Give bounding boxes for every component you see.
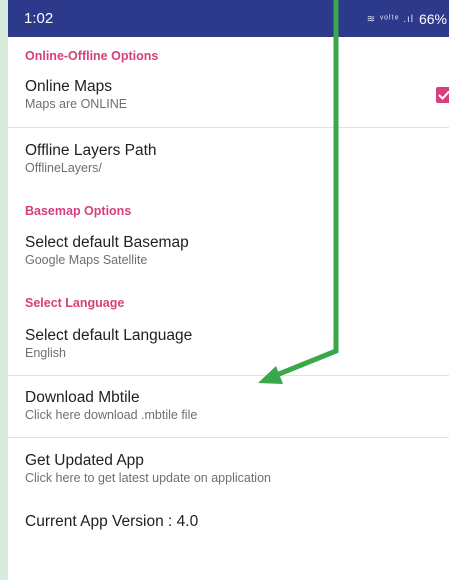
pref-default-basemap[interactable]: Select default Basemap Google Maps Satel… xyxy=(8,228,449,278)
pref-language-summary: English xyxy=(25,346,66,360)
pref-online-maps-summary: Maps are ONLINE xyxy=(25,97,128,111)
divider xyxy=(8,127,449,128)
online-maps-checkbox[interactable] xyxy=(436,87,449,103)
pref-get-updated-app[interactable]: Get Updated App Click here to get latest… xyxy=(8,446,449,496)
pref-basemap-title: Select default Basemap xyxy=(25,234,189,251)
pref-online-maps[interactable]: Online Maps Maps are ONLINE xyxy=(8,72,449,122)
network-signal-icon: ≋ ᵛᵒˡᵗᵉ .ıl xyxy=(366,13,414,25)
pref-download-summary: Click here download .mbtile file xyxy=(25,408,198,422)
section-header-basemap: Basemap Options xyxy=(25,204,132,218)
battery-level: 66% xyxy=(418,11,447,27)
pref-offline-layers-title: Offline Layers Path xyxy=(25,142,157,159)
status-bar: 1:02 ≋ ᵛᵒˡᵗᵉ .ıl 66% xyxy=(8,0,449,37)
pref-download-title: Download Mbtile xyxy=(25,389,140,406)
pref-basemap-summary: Google Maps Satellite xyxy=(25,253,148,267)
pref-update-summary: Click here to get latest update on appli… xyxy=(25,471,271,485)
pref-language-title: Select default Language xyxy=(25,327,193,344)
section-header-language: Select Language xyxy=(25,296,125,310)
divider xyxy=(8,437,449,438)
pref-offline-layers-summary: OfflineLayers/ xyxy=(25,161,102,175)
section-header-online-offline: Online-Offline Options xyxy=(25,49,159,63)
pref-version-title: Current App Version : 4.0 xyxy=(25,513,199,530)
status-indicators: ≋ ᵛᵒˡᵗᵉ .ıl 66% xyxy=(367,11,447,27)
status-time: 1:02 xyxy=(24,10,54,27)
check-icon xyxy=(438,90,449,100)
settings-screen: 1:02 ≋ ᵛᵒˡᵗᵉ .ıl 66% Online-Offline Opti… xyxy=(8,0,449,580)
pref-current-version: Current App Version : 4.0 xyxy=(8,507,449,537)
pref-download-mbtile[interactable]: Download Mbtile Click here download .mbt… xyxy=(8,383,449,433)
pref-update-title: Get Updated App xyxy=(25,452,144,469)
pref-default-language[interactable]: Select default Language English xyxy=(8,321,449,371)
divider xyxy=(8,375,449,376)
pref-offline-layers-path[interactable]: Offline Layers Path OfflineLayers/ xyxy=(8,136,449,186)
pref-online-maps-title: Online Maps xyxy=(25,78,113,95)
